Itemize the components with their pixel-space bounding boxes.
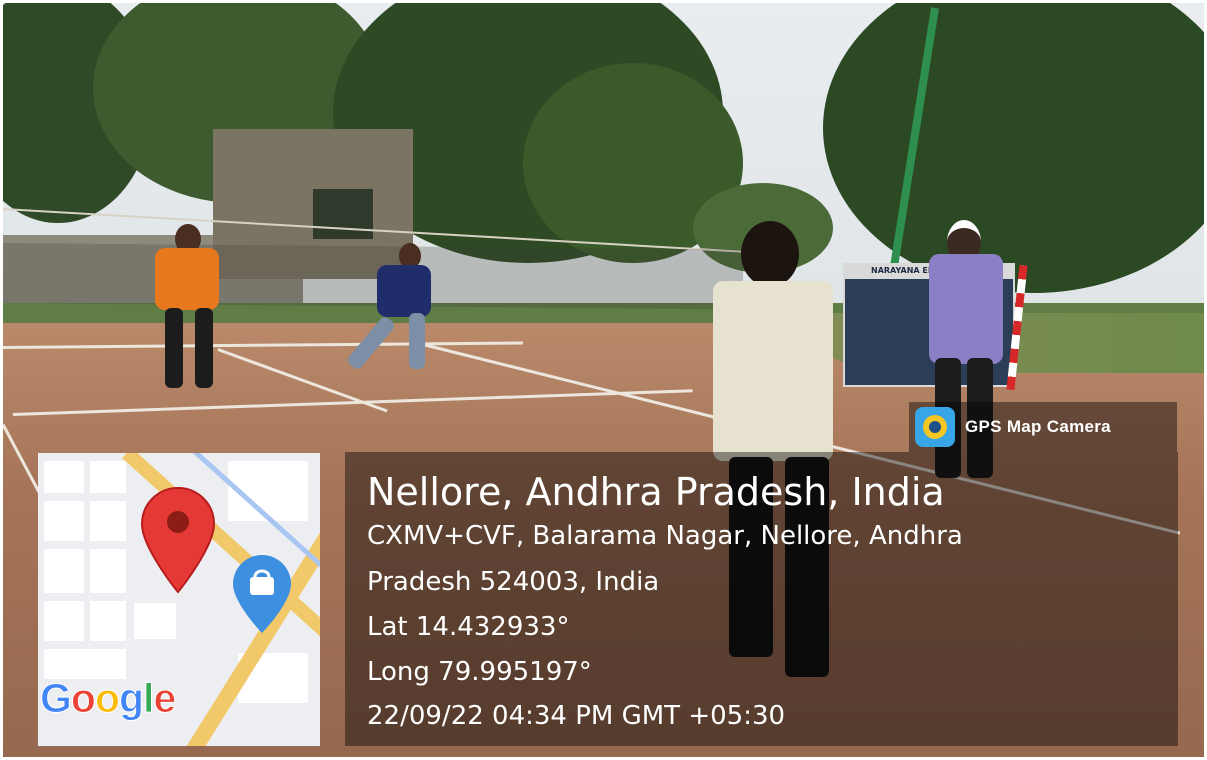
google-logo-letter: o — [70, 675, 96, 722]
address-line-2: Pradesh 524003, India — [367, 567, 660, 597]
google-logo-letter: l — [143, 675, 155, 722]
player-blue-shirt — [333, 243, 463, 373]
map-pin-icon — [140, 486, 216, 594]
google-logo-letter: G — [40, 675, 73, 722]
longitude-text: Long 79.995197° — [367, 657, 592, 687]
app-name-label: GPS Map Camera — [965, 417, 1111, 436]
map-thumbnail: Google — [38, 453, 320, 746]
google-logo-letter: o — [94, 675, 120, 722]
latitude-text: Lat 14.432933° — [367, 612, 570, 642]
gps-map-camera-logo-icon — [915, 407, 955, 447]
photo-frame: NARAYANA ENGINEERING C — [3, 3, 1204, 757]
google-logo-letter: g — [118, 675, 144, 722]
shopping-bag-icon — [233, 555, 291, 633]
player-orange-shirt — [151, 218, 231, 393]
google-logo: Google — [40, 675, 177, 722]
datetime-text: 22/09/22 04:34 PM GMT +05:30 — [367, 701, 786, 731]
place-title: Nellore, Andhra Pradesh, India — [367, 470, 945, 514]
location-info-panel: Nellore, Andhra Pradesh, India CXMV+CVF,… — [345, 452, 1178, 746]
gps-map-camera-badge: GPS Map Camera — [909, 402, 1177, 452]
address-line-1: CXMV+CVF, Balarama Nagar, Nellore, Andhr… — [367, 521, 963, 551]
google-logo-letter: e — [153, 675, 177, 722]
